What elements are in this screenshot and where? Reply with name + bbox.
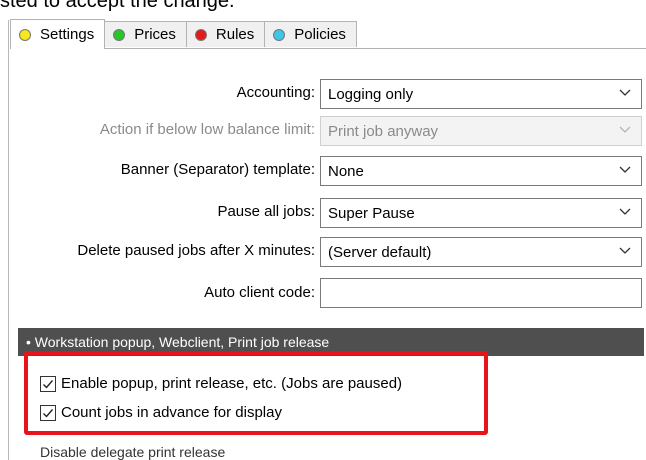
pause-value: Super Pause — [328, 204, 415, 222]
red-status-dot-icon — [194, 28, 207, 41]
accounting-label: Accounting: — [236, 84, 315, 101]
delete-value: (Server default) — [328, 243, 432, 261]
tab-settings-label: Settings — [40, 26, 95, 43]
low-balance-select: Print job anyway — [320, 116, 642, 146]
tab-rules[interactable]: Rules — [185, 21, 266, 47]
client-code-label: Auto client code: — [204, 284, 315, 301]
chevron-down-icon — [619, 166, 631, 173]
low-balance-value: Print job anyway — [328, 122, 439, 140]
tab-divider — [10, 48, 646, 49]
yellow-status-dot-icon — [19, 28, 31, 41]
chevron-down-icon — [619, 126, 631, 133]
tab-policies-label: Policies — [294, 26, 346, 43]
low-balance-label: Action if below low balance limit: — [99, 121, 315, 138]
tab-settings[interactable]: Settings — [10, 19, 106, 49]
accounting-value: Logging only — [328, 85, 414, 103]
green-status-dot-icon — [113, 28, 126, 41]
banner-value: None — [328, 162, 364, 180]
disable-delegate-row[interactable]: Disable delegate print release — [40, 444, 225, 460]
chevron-down-icon — [619, 247, 631, 254]
tab-rules-label: Rules — [215, 26, 255, 43]
instruction-text: sted to accept the change. — [0, 0, 235, 12]
accounting-select[interactable]: Logging only — [320, 79, 642, 109]
pause-select[interactable]: Super Pause — [320, 198, 642, 228]
tab-prices[interactable]: Prices — [104, 21, 187, 47]
banner-select[interactable]: None — [320, 156, 642, 186]
tab-policies[interactable]: Policies — [264, 21, 357, 47]
delete-select[interactable]: (Server default) — [320, 237, 642, 267]
tab-prices-label: Prices — [134, 26, 176, 43]
highlight-box — [24, 351, 488, 435]
tab-bar: Settings Prices Rules Policies — [10, 19, 357, 49]
delete-label: Delete paused jobs after X minutes: — [77, 242, 315, 259]
chevron-down-icon — [619, 208, 631, 215]
cyan-status-dot-icon — [273, 28, 286, 41]
chevron-down-icon — [619, 89, 631, 96]
client-code-input[interactable] — [320, 278, 642, 308]
banner-label: Banner (Separator) template: — [120, 161, 315, 178]
pause-label: Pause all jobs: — [217, 203, 315, 220]
